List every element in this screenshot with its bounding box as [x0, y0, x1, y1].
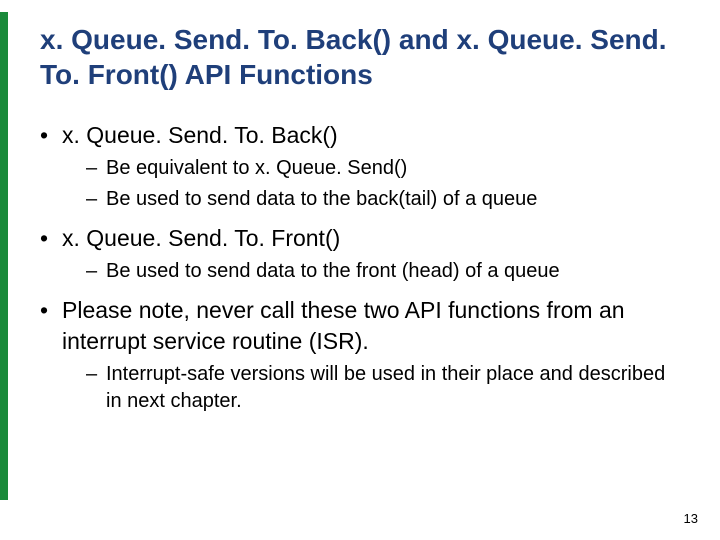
- sub-list: Interrupt-safe versions will be used in …: [86, 361, 680, 415]
- list-item: Be used to send data to the back(tail) o…: [86, 186, 680, 213]
- slide: x. Queue. Send. To. Back() and x. Queue.…: [0, 0, 720, 540]
- page-number: 13: [684, 511, 698, 526]
- list-item: Be equivalent to x. Queue. Send(): [86, 155, 680, 182]
- slide-title: x. Queue. Send. To. Back() and x. Queue.…: [40, 22, 680, 92]
- bullet-text: Please note, never call these two API fu…: [62, 297, 625, 354]
- sub-list: Be equivalent to x. Queue. Send() Be use…: [86, 155, 680, 213]
- list-item: x. Queue. Send. To. Back() Be equivalent…: [40, 120, 680, 213]
- bullet-text: x. Queue. Send. To. Front(): [62, 225, 340, 251]
- bullet-text: Be used to send data to the back(tail) o…: [106, 188, 537, 210]
- list-item: Please note, never call these two API fu…: [40, 295, 680, 415]
- sub-list: Be used to send data to the front (head)…: [86, 258, 680, 285]
- list-item: x. Queue. Send. To. Front() Be used to s…: [40, 223, 680, 285]
- list-item: Interrupt-safe versions will be used in …: [86, 361, 680, 415]
- list-item: Be used to send data to the front (head)…: [86, 258, 680, 285]
- bullet-text: Interrupt-safe versions will be used in …: [106, 363, 665, 412]
- bullet-text: Be equivalent to x. Queue. Send(): [106, 157, 407, 179]
- bullet-text: x. Queue. Send. To. Back(): [62, 122, 338, 148]
- bullet-text: Be used to send data to the front (head)…: [106, 260, 560, 282]
- bullet-list: x. Queue. Send. To. Back() Be equivalent…: [40, 120, 680, 415]
